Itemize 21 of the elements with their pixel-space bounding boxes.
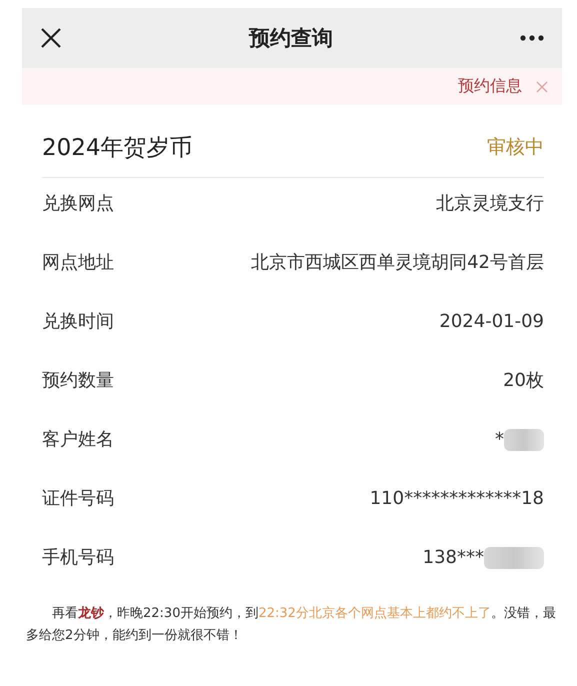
field-value: 20枚 (503, 369, 544, 393)
notice-text: 预约信息 (458, 76, 522, 97)
field-label: 手机号码 (42, 546, 114, 570)
field-label: 证件号码 (42, 487, 114, 511)
field-label: 预约数量 (42, 369, 114, 393)
field-label: 兑换时间 (42, 310, 114, 334)
field-label: 兑换网点 (42, 192, 114, 216)
page-title: 预约查询 (249, 25, 333, 52)
card-title: 2024年贺岁币 (42, 134, 193, 162)
close-icon[interactable] (40, 27, 62, 49)
field-value: 北京市西城区西单灵境胡同42号首层 (251, 251, 544, 275)
caption-paragraph: 再看龙钞，昨晚22:30开始预约，到22:32分北京各个网点基本上都约不上了。没错，最多给您2分钟，能约到一份就很不错！ (26, 605, 557, 645)
field-value: 2024-01-09 (439, 310, 544, 334)
field-value: 138*** (422, 546, 484, 570)
field-value: * (495, 428, 504, 452)
field-label: 网点地址 (42, 251, 114, 275)
status-label: 审核中 (487, 135, 544, 160)
field-label: 客户姓名 (42, 428, 114, 452)
field-value: 110*************18 (370, 487, 544, 511)
field-value: 北京灵境支行 (436, 192, 544, 216)
more-icon[interactable] (520, 35, 544, 41)
